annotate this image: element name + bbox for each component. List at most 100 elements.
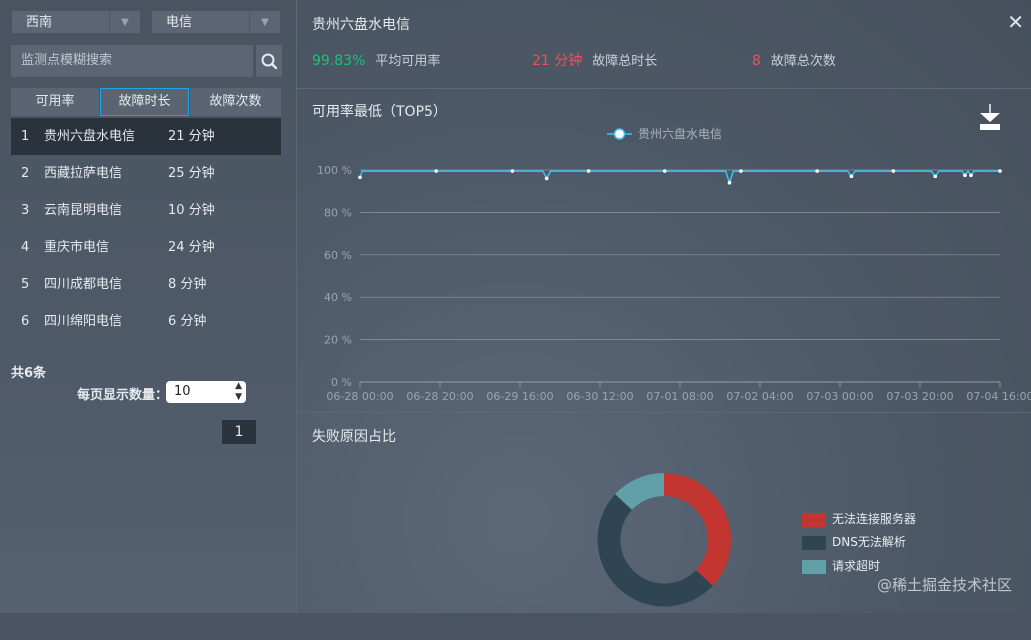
rank: 1	[21, 129, 30, 144]
data-point[interactable]	[727, 180, 732, 185]
legend-swatch	[802, 512, 826, 527]
rank: 3	[21, 203, 30, 218]
list-item[interactable]: 2 西藏拉萨电信 25 分钟	[11, 155, 281, 192]
y-tick-label: 80 %	[324, 206, 352, 219]
x-tick-label: 07-03 20:00	[886, 390, 953, 403]
x-tick-label: 07-04 16:00	[966, 390, 1031, 403]
stat-availability: 99.83% 平均可用率	[312, 50, 440, 69]
data-point[interactable]	[963, 173, 967, 178]
data-point[interactable]	[434, 169, 438, 173]
updown-arrow-icon: ▲ ▼	[235, 381, 242, 402]
detail-title: 贵州六盘水电信	[312, 17, 410, 33]
per-page-select[interactable]: 10 ▲ ▼	[166, 381, 246, 403]
divider	[297, 88, 1031, 89]
legend-item[interactable]: 请求超时	[802, 557, 880, 574]
stat-label: 故障总次数	[770, 54, 836, 69]
rank: 4	[21, 240, 30, 255]
pie-slice[interactable]	[597, 494, 713, 607]
data-point[interactable]	[815, 169, 819, 173]
stat-value: 99.83%	[312, 53, 366, 69]
stat-value: 21 分钟	[532, 53, 583, 69]
tab-downtime[interactable]: 故障时长	[100, 88, 189, 116]
monitor-name: 四川绵阳电信	[44, 314, 123, 329]
availability-line-chart: 贵州六盘水电信 0 % 20 % 40 % 60 % 80 % 100 % 06-28 00…	[317, 126, 1031, 403]
list-item[interactable]: 5 四川成都电信 8 分钟	[11, 266, 281, 303]
tab-fault-count[interactable]: 故障次数	[190, 88, 281, 116]
monitor-list: 1 贵州六盘水电信 21 分钟 2 西藏拉萨电信 25 分钟 3 云南昆明电信 …	[11, 118, 281, 340]
list-item[interactable]: 1 贵州六盘水电信 21 分钟	[11, 118, 281, 155]
legend-label: DNS无法解析	[832, 535, 906, 549]
downtime-value: 21 分钟	[168, 129, 215, 144]
tab-availability[interactable]: 可用率	[11, 88, 99, 116]
chevron-down-icon[interactable]: ▼	[249, 11, 280, 33]
rank: 6	[21, 314, 30, 329]
legend-label: 请求超时	[832, 559, 881, 573]
legend-swatch	[802, 535, 826, 550]
chart-legend[interactable]: 贵州六盘水电信	[607, 126, 722, 141]
data-point[interactable]	[586, 169, 591, 173]
monitor-name: 云南昆明电信	[44, 203, 123, 218]
y-tick-label: 40 %	[324, 291, 352, 304]
data-point[interactable]	[998, 169, 1002, 173]
search-input[interactable]: 监测点模糊搜索	[11, 45, 253, 77]
y-tick-label: 60 %	[324, 249, 352, 262]
search-button[interactable]	[256, 45, 282, 77]
region-value: 西南	[26, 15, 53, 30]
downtime-value: 8 分钟	[168, 277, 207, 292]
left-panel: 西南 ▼ 电信 ▼ 监测点模糊搜索 可用率 故障时长 故障次数 1 贵州六盘水电…	[0, 0, 296, 613]
stat-value: 8	[752, 53, 761, 69]
pie-slice[interactable]	[664, 473, 731, 586]
data-point[interactable]	[739, 169, 743, 173]
per-page-label: 每页显示数量：	[77, 388, 169, 403]
x-tick-label: 07-01 08:00	[646, 390, 713, 403]
legend-item[interactable]: 无法连接服务器	[802, 510, 916, 527]
watermark: @稀土掘金技术社区	[876, 576, 1012, 594]
stat-label: 故障总时长	[592, 54, 658, 69]
chart2-title: 失败原因占比	[312, 429, 396, 445]
data-point[interactable]	[849, 174, 854, 179]
data-point[interactable]	[358, 175, 362, 180]
per-page-value: 10	[174, 384, 191, 399]
monitor-name: 四川成都电信	[44, 277, 123, 292]
carrier-value: 电信	[166, 15, 193, 30]
series-line[interactable]	[359, 169, 1000, 186]
list-item[interactable]: 4 重庆市电信 24 分钟	[11, 229, 281, 266]
y-tick-label: 100 %	[317, 164, 352, 177]
data-point[interactable]	[969, 173, 973, 178]
legend-swatch	[802, 559, 826, 574]
legend-item[interactable]: DNS无法解析	[802, 533, 906, 550]
region-select[interactable]: 西南 ▼	[11, 10, 141, 34]
downtime-value: 10 分钟	[168, 203, 215, 218]
data-point[interactable]	[933, 174, 938, 179]
stat-fault-count: 8 故障总次数	[752, 50, 836, 69]
detail-panel: 贵州六盘水电信 ✕ 99.83% 平均可用率 21 分钟 故障总时长 8 故障总次数 …	[296, 0, 1031, 613]
carrier-select[interactable]: 电信 ▼	[151, 10, 281, 34]
list-item[interactable]: 3 云南昆明电信 10 分钟	[11, 192, 281, 229]
total-count: 共6条	[11, 366, 47, 381]
y-tick-label: 0 %	[331, 376, 352, 389]
page-button[interactable]: 1	[222, 420, 256, 444]
data-point[interactable]	[891, 169, 896, 173]
data-point[interactable]	[544, 176, 549, 181]
downtime-value: 6 分钟	[168, 314, 207, 329]
data-point[interactable]	[510, 169, 515, 173]
monitor-name: 贵州六盘水电信	[44, 129, 136, 144]
y-tick-label: 20 %	[324, 334, 352, 347]
x-tick-label: 07-02 04:00	[726, 390, 793, 403]
monitor-name: 西藏拉萨电信	[44, 166, 123, 181]
monitor-name: 重庆市电信	[44, 240, 110, 255]
downtime-value: 24 分钟	[168, 240, 215, 255]
search-bar: 监测点模糊搜索	[11, 45, 282, 77]
close-icon[interactable]: ✕	[1007, 10, 1024, 34]
list-item[interactable]: 6 四川绵阳电信 6 分钟	[11, 303, 281, 340]
rank: 5	[21, 277, 30, 292]
x-tick-label: 06-28 20:00	[406, 390, 473, 403]
legend-label: 贵州六盘水电信	[638, 126, 722, 141]
downtime-value: 25 分钟	[168, 166, 215, 181]
stat-label: 平均可用率	[375, 54, 441, 69]
divider	[297, 412, 1031, 413]
data-point[interactable]	[662, 169, 667, 173]
chevron-down-icon[interactable]: ▼	[109, 11, 140, 33]
legend-label: 无法连接服务器	[832, 512, 917, 526]
tab-bar: 可用率 故障时长 故障次数	[11, 88, 281, 116]
